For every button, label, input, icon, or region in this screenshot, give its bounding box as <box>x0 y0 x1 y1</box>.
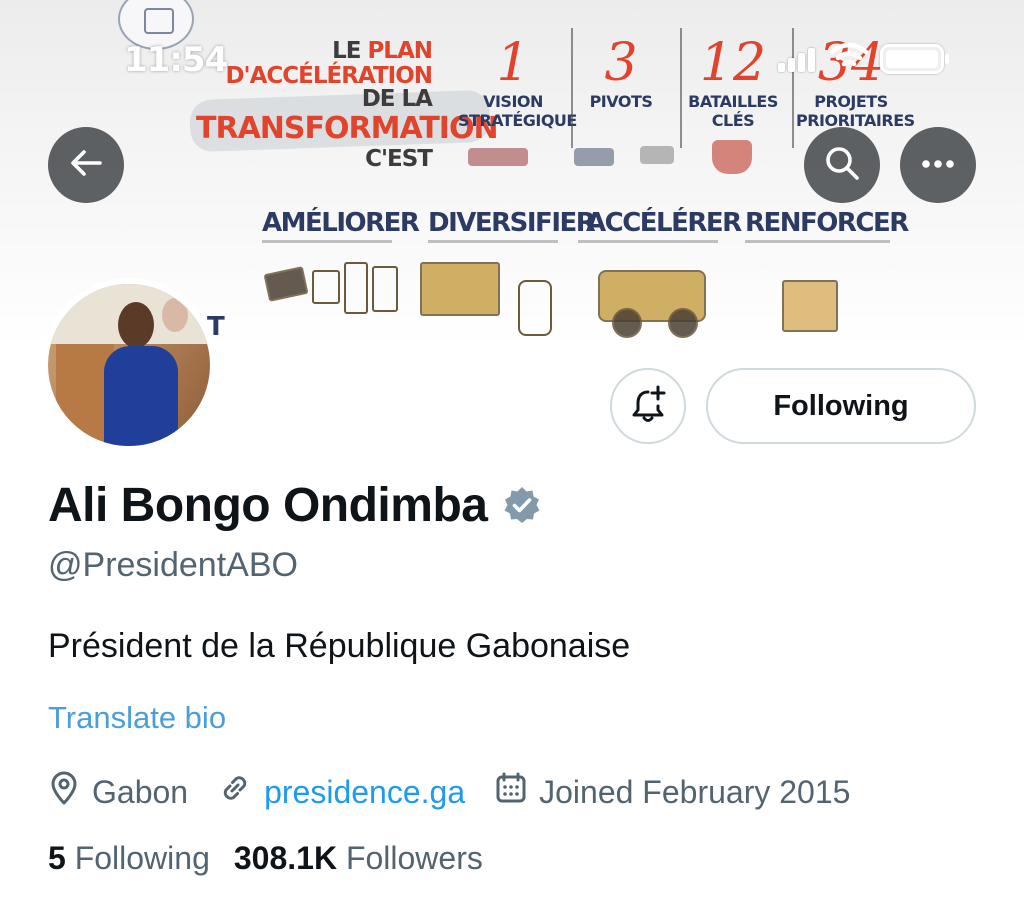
banner-pillar-vision: 1 VISION STRATÉGIQUE <box>458 33 577 130</box>
pillar-label: CLÉS <box>711 111 755 130</box>
followers-count: 308.1K <box>233 840 338 876</box>
verified-badge-icon[interactable] <box>501 485 543 527</box>
wood-planks-illustration <box>263 266 309 302</box>
location-label: Gabon <box>92 773 189 810</box>
calendar-icon <box>495 772 539 812</box>
profile-name-row: Ali Bongo Ondimba <box>48 478 543 533</box>
refinery-illustration <box>420 262 500 316</box>
pillar-label: PIVOTS <box>589 92 653 111</box>
chair-illustration <box>344 262 368 314</box>
battery-icon <box>880 43 949 74</box>
search-button[interactable] <box>804 127 880 203</box>
banner-caption-line <box>262 240 392 243</box>
profile-joined: Joined February 2015 <box>495 772 850 812</box>
bell-plus-icon <box>629 384 667 429</box>
avatar-photo <box>48 284 210 446</box>
wifi-icon <box>829 42 869 75</box>
notifications-button[interactable] <box>610 368 686 444</box>
banner-title-de-la: DE LA <box>361 86 433 112</box>
location-pin-icon <box>48 770 92 814</box>
banner-pillar-batailles: 12 BATAILLES CLÉS <box>678 34 788 130</box>
website-link[interactable]: presidence.ga <box>264 774 465 811</box>
status-time: 11:54 <box>124 40 228 80</box>
banner-title-plan: PLAN <box>367 38 433 64</box>
following-label: Following <box>74 840 210 876</box>
translate-bio-link[interactable]: Translate bio <box>48 700 226 736</box>
banner-caption-line <box>428 240 558 243</box>
search-icon <box>824 145 860 186</box>
following-button[interactable]: Following <box>706 368 976 444</box>
barrel-illustration <box>518 280 552 336</box>
profile-stats: 5 Following 308.1K Followers <box>48 840 507 877</box>
pillar-label: VISION <box>483 92 543 111</box>
banner-illustration <box>468 148 528 166</box>
pillar-label: PROJETS <box>814 92 888 111</box>
back-button[interactable] <box>48 127 124 203</box>
joined-date: Joined February 2015 <box>539 773 851 810</box>
profile-bio: Président de la République Gabonaise <box>48 627 631 665</box>
banner-action-diversifier: DIVERSIFIER <box>428 208 596 238</box>
banner-action-renforcer: RENFORCER <box>745 208 909 238</box>
profile-meta-row: Gabon presidence.ga Joined February 2015 <box>48 770 880 814</box>
banner-title-transformation: TRANSFORMATION <box>196 111 499 146</box>
pillar-number: 1 <box>496 33 530 93</box>
banner-caption-line <box>745 240 890 243</box>
banner-title-cest: C'EST <box>365 146 433 172</box>
profile-website[interactable]: presidence.ga <box>218 771 465 813</box>
following-stat[interactable]: 5 Following <box>48 840 210 877</box>
pillar-label: STRATÉGIQUE <box>458 111 577 130</box>
status-icons <box>778 42 949 75</box>
arrow-left-icon <box>69 149 103 182</box>
truck-wheel <box>668 308 698 338</box>
chair-illustration <box>372 266 398 312</box>
more-horizontal-icon <box>921 156 955 174</box>
cellular-signal-icon <box>778 46 818 72</box>
pillar-number: 12 <box>699 33 767 93</box>
stool-illustration <box>312 270 340 304</box>
banner-action-ameliorer: AMÉLIORER <box>262 208 420 238</box>
pillar-number: 3 <box>604 33 638 93</box>
truck-wheel <box>612 308 642 338</box>
pillar-label: BATAILLES <box>688 92 778 111</box>
banner-plan-title: LE PLAN D'ACCÉLÉRATION DE LA TRANSFORMAT… <box>196 38 499 172</box>
more-options-button[interactable] <box>900 127 976 203</box>
followers-label: Followers <box>345 840 483 876</box>
trophy-icon <box>712 140 752 174</box>
profile-location: Gabon <box>48 770 188 814</box>
banner-pillar-pivots: 3 PIVOTS <box>566 34 676 111</box>
grocery-bag-illustration <box>782 280 838 332</box>
following-count: 5 <box>48 840 66 876</box>
banner-caption-line <box>578 240 718 243</box>
link-icon <box>218 771 264 813</box>
profile-display-name: Ali Bongo Ondimba <box>48 479 488 532</box>
banner-illustration <box>640 146 674 164</box>
banner-title-le: LE <box>332 38 368 64</box>
profile-handle: @PresidentABO <box>48 546 298 584</box>
followers-stat[interactable]: 308.1K Followers <box>234 840 483 877</box>
profile-avatar[interactable] <box>42 278 216 452</box>
banner-action-accelerer: ACCÉLÉRER <box>586 208 742 238</box>
banner-illustration <box>574 148 614 166</box>
